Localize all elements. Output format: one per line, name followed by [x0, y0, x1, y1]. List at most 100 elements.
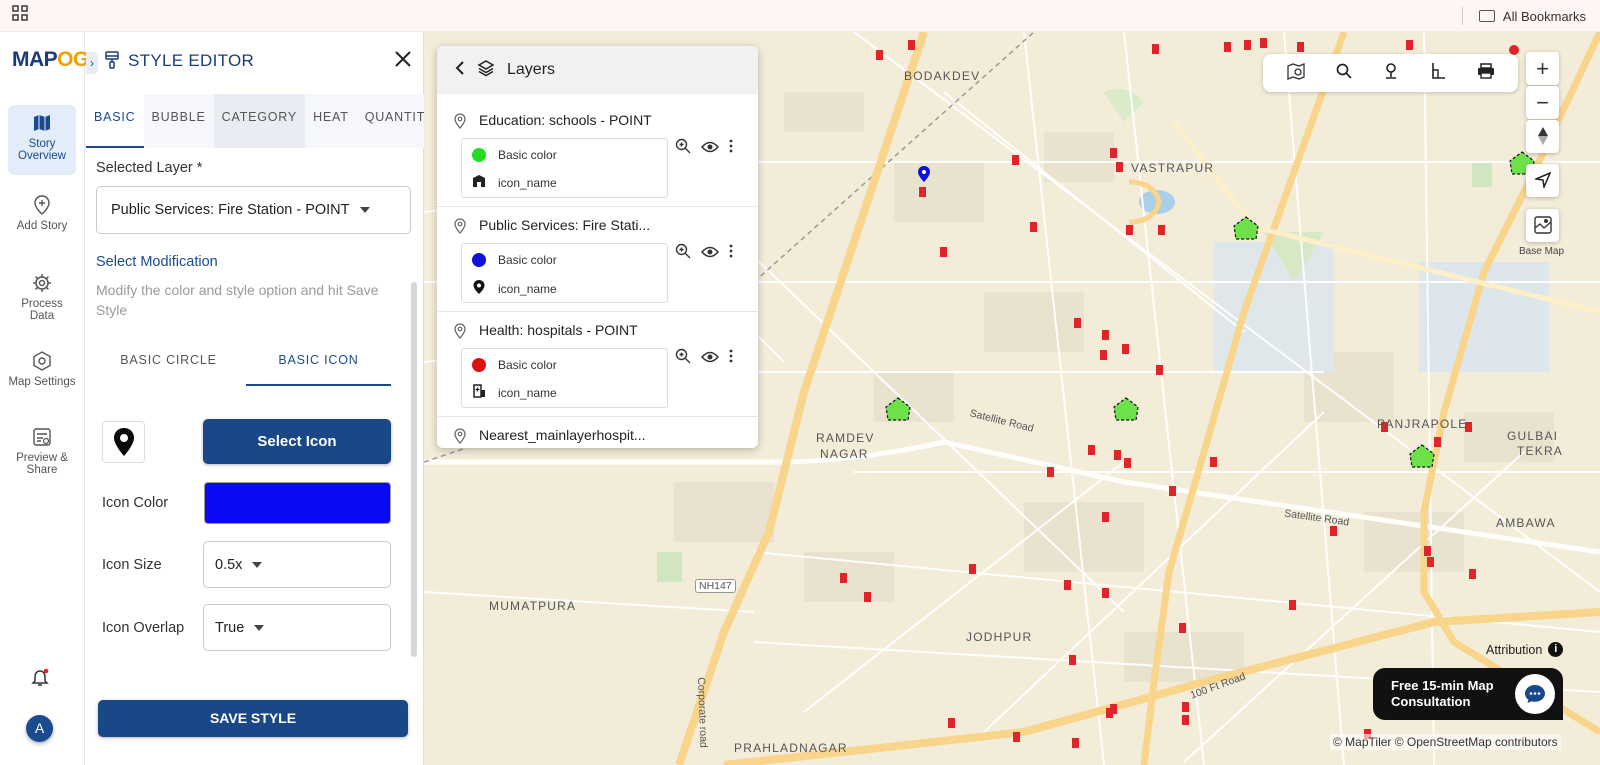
zoom-to-layer-icon[interactable] [675, 138, 691, 159]
modification-subtabs: BASIC CIRCLE BASIC ICON [96, 342, 396, 386]
eye-visibility-icon[interactable] [700, 350, 720, 368]
rail-item-label: Process Data [21, 298, 63, 322]
layers-stack-icon [477, 59, 495, 82]
rail-item-story-overview[interactable]: Story Overview [8, 105, 76, 175]
layer-legend: Basic color icon_name [461, 243, 668, 303]
icon-overlap-value: True [215, 619, 245, 636]
all-bookmarks-button[interactable]: All Bookmarks [1461, 7, 1586, 25]
more-options-icon[interactable] [729, 244, 733, 263]
layer-item[interactable]: Public Services: Fire Stati... Basic col… [437, 207, 758, 312]
selected-layer-select[interactable]: Public Services: Fire Station - POINT [96, 186, 411, 234]
place-label: TEKRA [1517, 444, 1564, 458]
measure-ruler-icon[interactable] [1430, 62, 1446, 85]
settings-icon [33, 351, 51, 371]
consultation-chat-button[interactable]: Free 15-min Map Consultation [1373, 668, 1563, 720]
location-pin-icon [454, 113, 466, 134]
folder-icon [1478, 10, 1495, 22]
place-label: PANJRAPOLE [1377, 417, 1468, 431]
icon-color-swatch[interactable] [204, 482, 391, 524]
close-icon[interactable] [394, 47, 412, 75]
rail-item-label: Map Settings [8, 376, 76, 388]
location-marker-icon[interactable] [1383, 62, 1399, 85]
road-shield: NH147 [695, 579, 736, 593]
logo-text-map: MAP [12, 48, 58, 71]
save-style-button[interactable]: SAVE STYLE [98, 700, 408, 737]
location-pin-icon [454, 218, 466, 239]
current-icon-preview [102, 421, 145, 463]
map-icon [34, 115, 50, 131]
dropdown-caret-icon [254, 624, 265, 631]
place-label: GULBAI [1507, 429, 1559, 443]
legend-icon-label: icon_name [498, 281, 557, 296]
icon-overlap-select[interactable]: True [203, 604, 391, 651]
subtab-basic-icon[interactable]: BASIC ICON [246, 342, 391, 386]
tab-category[interactable]: CATEGORY [213, 94, 306, 148]
icon-size-select[interactable]: 0.5x [203, 541, 391, 588]
collapse-panel-chevron-icon[interactable]: › [86, 52, 98, 74]
place-label: PRAHLADNAGAR [734, 741, 848, 755]
rail-item-add-story[interactable]: Add Story [8, 187, 76, 257]
layers-title: Layers [507, 61, 556, 78]
map-search-area-icon[interactable] [1286, 62, 1305, 85]
hospital-icon [472, 384, 486, 401]
legend-color-label: Basic color [498, 253, 557, 267]
layers-panel-header: Layers [437, 46, 758, 94]
layer-legend: Basic color icon_name [461, 138, 668, 198]
zoom-to-layer-icon[interactable] [675, 243, 691, 264]
more-options-icon[interactable] [729, 139, 733, 158]
color-dot [472, 148, 486, 162]
color-dot [472, 253, 486, 267]
tab-heat[interactable]: HEAT [305, 94, 357, 148]
more-options-icon[interactable] [729, 349, 733, 368]
notifications-bell-icon[interactable] [30, 668, 50, 693]
rail-item-map-settings[interactable]: Map Settings [8, 343, 76, 413]
layer-item[interactable]: Health: hospitals - POINT Basic color ic… [437, 312, 758, 417]
school-icon [472, 174, 486, 191]
mapog-logo[interactable]: MAPOG [12, 48, 89, 72]
eye-visibility-icon[interactable] [700, 245, 720, 263]
road-label: Corporate road [695, 677, 710, 749]
style-editor-title: STYLE EDITOR [128, 51, 255, 70]
user-avatar[interactable]: A [26, 715, 53, 742]
rail-item-label: Preview & Share [16, 452, 68, 476]
select-icon-button[interactable]: Select Icon [203, 419, 391, 464]
add-location-icon [34, 195, 50, 215]
location-pin-icon [454, 428, 466, 448]
panel-scrollbar[interactable] [411, 282, 417, 657]
select-modification-title: Select Modification [96, 254, 218, 270]
legend-color-label: Basic color [498, 358, 557, 372]
paint-brush-icon [104, 51, 120, 74]
layer-item[interactable]: Nearest_mainlayerhospit... [437, 417, 758, 448]
icon-size-value: 0.5x [215, 556, 243, 573]
dropdown-caret-icon [252, 561, 263, 568]
place-label: AMBAWA [1496, 516, 1556, 530]
preview-icon [33, 428, 51, 446]
compass-north-icon[interactable] [1526, 120, 1559, 153]
apps-grid-icon[interactable] [12, 5, 28, 26]
tab-bubble[interactable]: BUBBLE [144, 94, 214, 148]
zoom-to-layer-icon[interactable] [675, 348, 691, 369]
back-chevron-icon[interactable] [455, 60, 465, 80]
subtab-basic-circle[interactable]: BASIC CIRCLE [96, 342, 241, 386]
dropdown-caret-icon [359, 207, 370, 213]
icon-color-label: Icon Color [102, 495, 169, 511]
layers-panel: Layers Education: schools - POINT Basic … [437, 46, 758, 448]
search-icon[interactable] [1336, 63, 1352, 84]
zoom-out-button[interactable]: − [1526, 86, 1559, 119]
rail-item-process-data[interactable]: Process Data [8, 265, 76, 335]
print-icon[interactable] [1477, 62, 1495, 84]
icon-overlap-label: Icon Overlap [102, 620, 185, 636]
legend-icon-label: icon_name [498, 175, 557, 190]
tab-basic[interactable]: BASIC [86, 94, 144, 148]
navigate-arrow-icon[interactable] [1526, 164, 1559, 197]
base-map-button[interactable] [1526, 209, 1559, 242]
eye-visibility-icon[interactable] [700, 140, 720, 158]
attribution-button[interactable]: Attribution i [1486, 642, 1564, 657]
rail-item-preview-share[interactable]: Preview & Share [8, 419, 76, 489]
icon-size-label: Icon Size [102, 557, 162, 573]
zoom-in-button[interactable]: + [1526, 52, 1559, 85]
left-navigation-rail: MAPOG Story Overview Add Story Process D… [0, 32, 89, 765]
rail-item-label: Add Story [16, 220, 68, 232]
style-editor-header: › STYLE EDITOR [86, 32, 424, 88]
layer-item[interactable]: Education: schools - POINT Basic color i… [437, 102, 758, 207]
